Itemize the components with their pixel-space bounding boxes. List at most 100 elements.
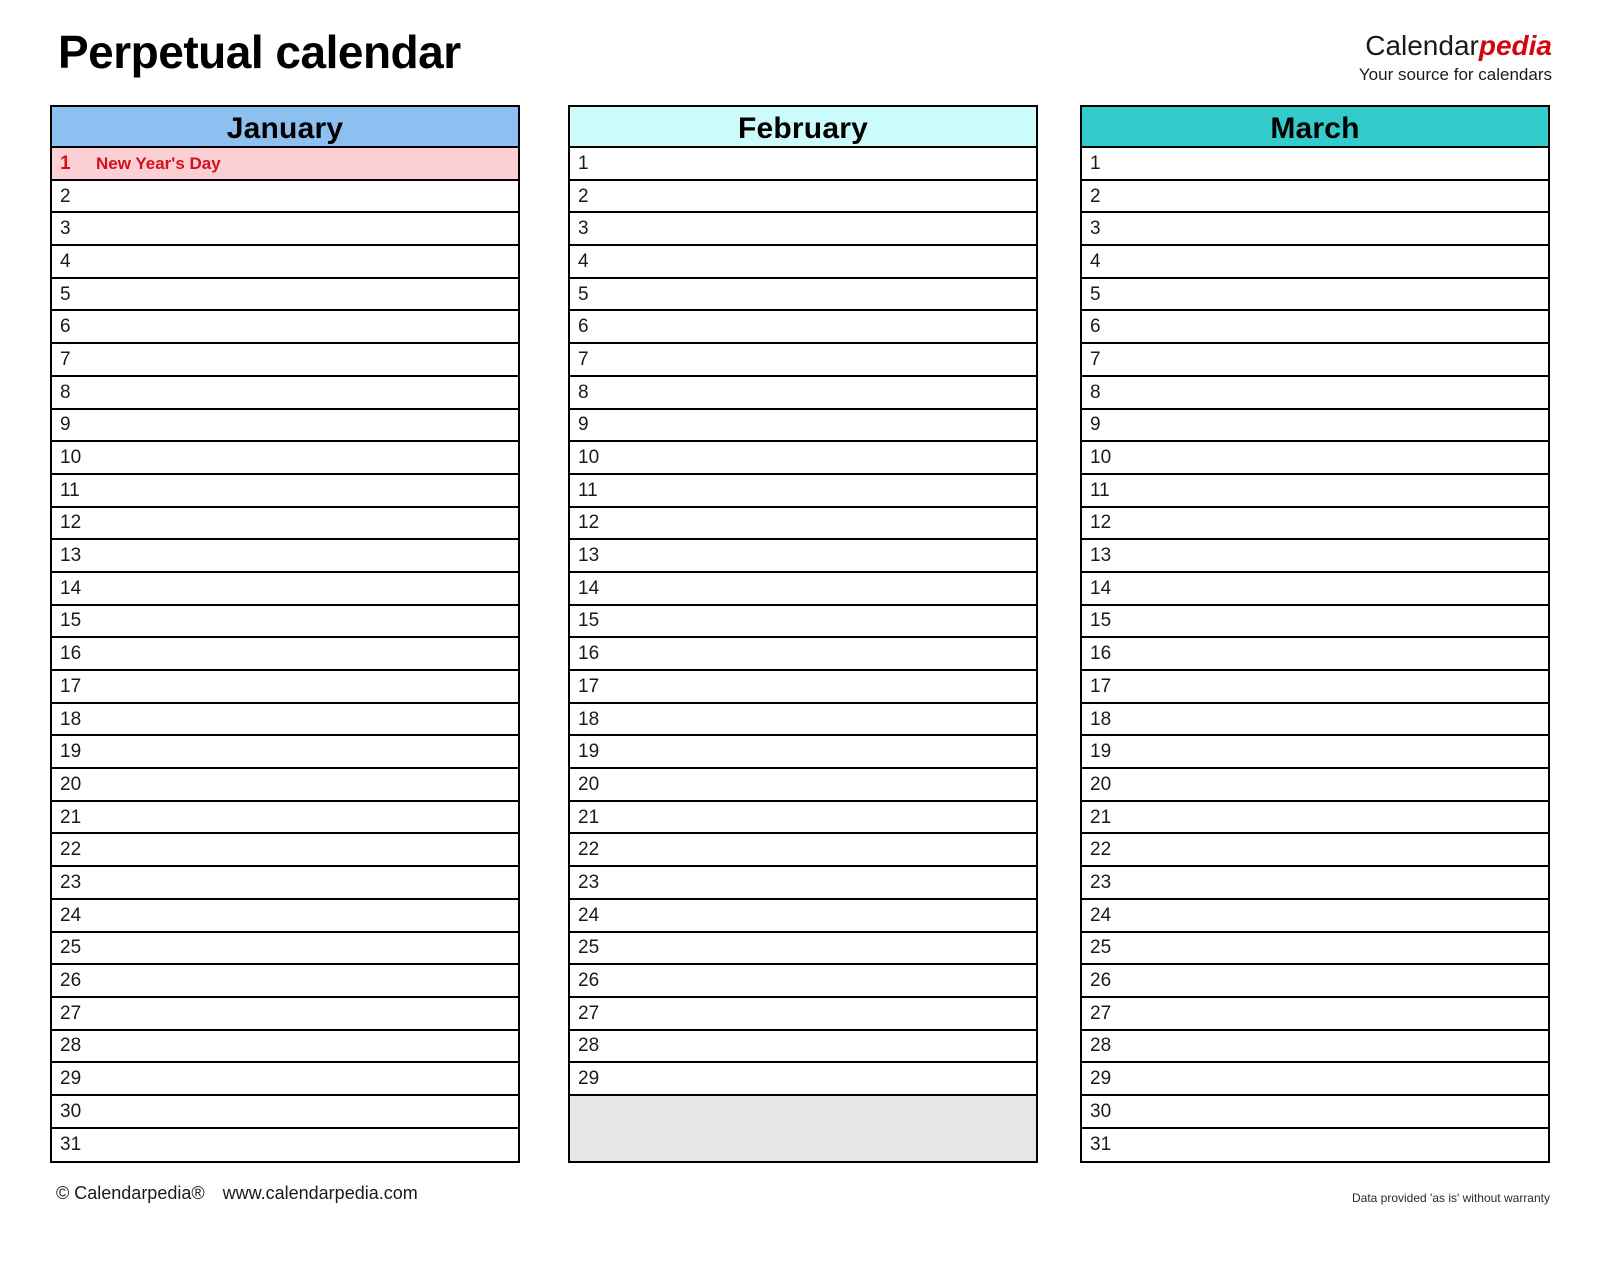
day-row[interactable]: 22 [570,834,1036,868]
day-row[interactable]: 10 [52,442,518,475]
day-row[interactable]: 24 [1082,899,1548,933]
day-row[interactable]: 3 [1082,213,1548,247]
day-row[interactable]: 22 [52,834,518,868]
day-row[interactable]: 6 [52,311,518,345]
day-row[interactable]: 10 [1082,442,1548,475]
day-row[interactable]: 4 [52,246,518,279]
day-row[interactable]: 23 [1082,867,1548,900]
day-row[interactable]: 25 [52,932,518,966]
day-row[interactable]: 22 [1082,834,1548,868]
day-number: 22 [60,839,82,861]
day-row[interactable]: 8 [570,376,1036,410]
day-row[interactable]: 19 [52,736,518,770]
day-row[interactable]: 13 [570,540,1036,573]
day-row[interactable]: 27 [1082,997,1548,1031]
day-row[interactable]: 23 [570,867,1036,900]
day-row[interactable]: 21 [570,801,1036,835]
day-row[interactable]: 4 [570,246,1036,279]
day-row[interactable]: 24 [570,899,1036,933]
day-row[interactable]: 9 [570,409,1036,443]
day-row[interactable]: 3 [52,213,518,247]
day-row[interactable]: 25 [570,932,1036,966]
day-row[interactable]: 23 [52,867,518,900]
day-row[interactable]: 17 [1082,671,1548,704]
day-row[interactable]: 28 [570,1030,1036,1064]
day-row[interactable]: 30 [52,1095,518,1129]
day-row[interactable]: 6 [1082,311,1548,345]
day-row[interactable]: 29 [52,1063,518,1096]
day-row[interactable]: 12 [570,507,1036,541]
day-row[interactable]: 12 [1082,507,1548,541]
day-row[interactable]: 8 [52,376,518,410]
day-row[interactable]: 28 [1082,1030,1548,1064]
day-number: 23 [60,871,82,893]
day-row-holiday[interactable]: 1 New Year's Day [52,148,518,181]
day-row[interactable]: 5 [1082,278,1548,312]
day-row[interactable]: 26 [570,965,1036,998]
day-row[interactable]: 16 [570,638,1036,671]
day-row[interactable]: 6 [570,311,1036,345]
day-row[interactable]: 3 [570,213,1036,247]
day-row[interactable]: 24 [52,899,518,933]
day-row[interactable]: 11 [570,474,1036,508]
day-number: 18 [60,708,82,730]
day-row[interactable]: 20 [1082,769,1548,802]
day-entry-text[interactable]: New Year's Day [96,154,221,173]
day-row[interactable]: 2 [52,180,518,214]
day-row[interactable]: 29 [1082,1063,1548,1096]
day-row[interactable]: 16 [52,638,518,671]
day-row[interactable]: 2 [570,180,1036,214]
day-number: 31 [1090,1134,1112,1156]
day-row[interactable]: 12 [52,507,518,541]
day-row[interactable]: 13 [52,540,518,573]
day-row[interactable]: 20 [570,769,1036,802]
day-row[interactable]: 21 [1082,801,1548,835]
day-row[interactable]: 18 [1082,703,1548,737]
day-row[interactable]: 31 [1082,1128,1548,1162]
day-row[interactable]: 14 [52,572,518,606]
day-row[interactable]: 13 [1082,540,1548,573]
day-row[interactable]: 17 [570,671,1036,704]
day-row[interactable]: 26 [1082,965,1548,998]
day-row[interactable]: 7 [52,344,518,377]
day-row[interactable]: 15 [52,605,518,639]
day-row[interactable]: 14 [570,572,1036,606]
day-number: 26 [60,970,82,992]
day-row[interactable]: 28 [52,1030,518,1064]
day-row[interactable]: 18 [52,703,518,737]
day-row[interactable]: 10 [570,442,1036,475]
day-number: 29 [60,1068,82,1090]
day-row[interactable]: 14 [1082,572,1548,606]
day-row[interactable]: 18 [570,703,1036,737]
day-row[interactable]: 9 [1082,409,1548,443]
day-number: 23 [578,871,600,893]
day-row[interactable]: 2 [1082,180,1548,214]
day-row[interactable]: 15 [1082,605,1548,639]
day-row[interactable]: 31 [52,1128,518,1162]
day-row[interactable]: 16 [1082,638,1548,671]
day-row[interactable]: 4 [1082,246,1548,279]
day-row[interactable]: 27 [570,997,1036,1031]
day-row[interactable]: 7 [570,344,1036,377]
day-row[interactable]: 29 [570,1063,1036,1096]
day-row[interactable]: 15 [570,605,1036,639]
day-row[interactable]: 1 [570,148,1036,181]
day-row[interactable]: 11 [52,474,518,508]
day-row[interactable]: 5 [570,278,1036,312]
day-row[interactable]: 20 [52,769,518,802]
day-row[interactable]: 1 [1082,148,1548,181]
day-row[interactable]: 17 [52,671,518,704]
day-row[interactable]: 19 [570,736,1036,770]
day-row[interactable]: 5 [52,278,518,312]
day-row[interactable]: 27 [52,997,518,1031]
footer-website[interactable]: www.calendarpedia.com [223,1183,418,1203]
day-row[interactable]: 9 [52,409,518,443]
day-row[interactable]: 26 [52,965,518,998]
day-row[interactable]: 7 [1082,344,1548,377]
day-row[interactable]: 30 [1082,1095,1548,1129]
day-row[interactable]: 21 [52,801,518,835]
day-row[interactable]: 8 [1082,376,1548,410]
day-row[interactable]: 19 [1082,736,1548,770]
day-row[interactable]: 25 [1082,932,1548,966]
day-row[interactable]: 11 [1082,474,1548,508]
